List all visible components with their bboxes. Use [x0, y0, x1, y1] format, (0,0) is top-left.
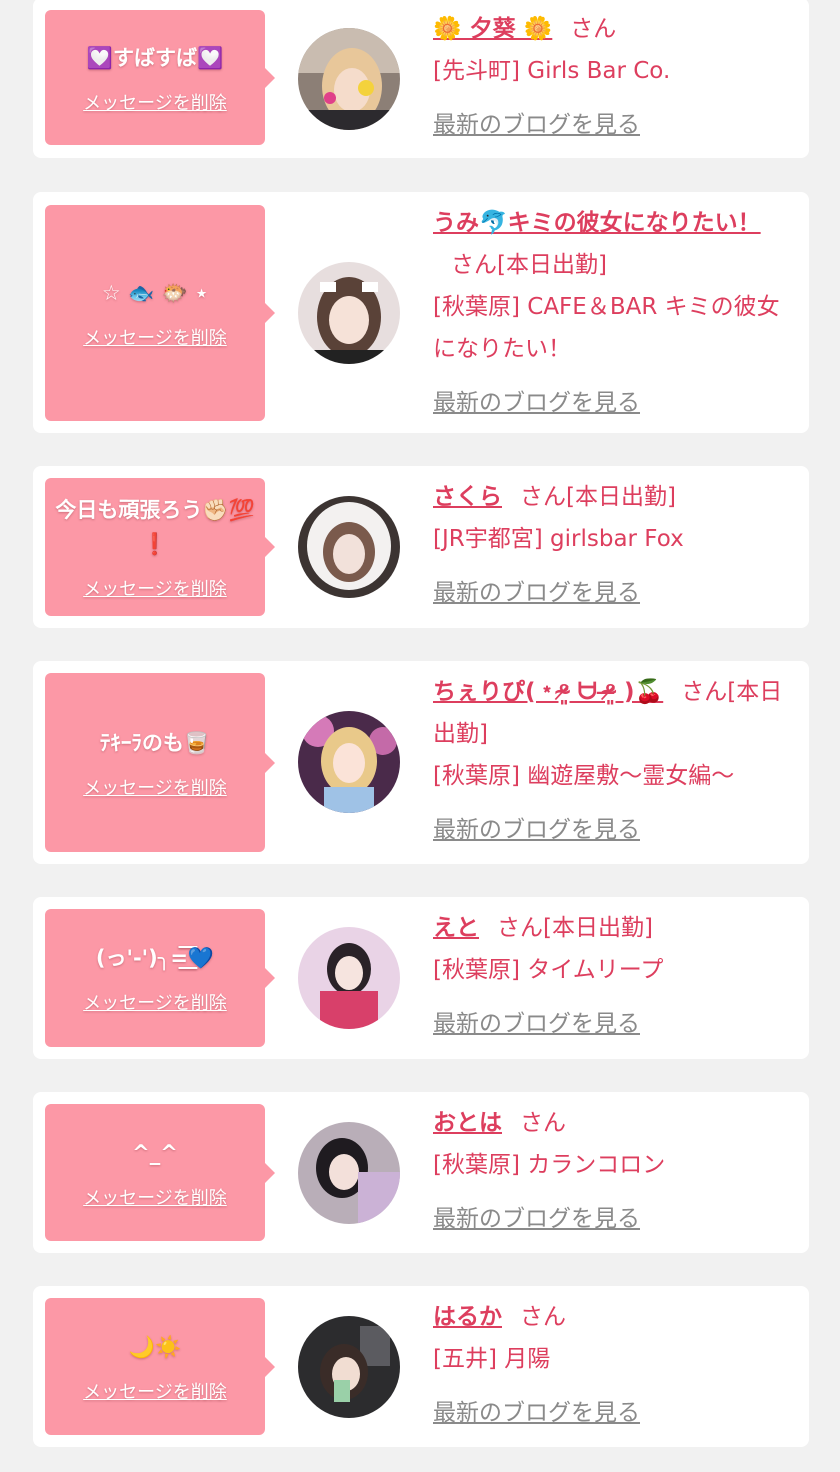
list-item: ^_^ メッセージを削除 おとは さん [秋葉原] カランコロン 最新のブログを見… — [33, 1092, 809, 1253]
message-bubble: ^_^ メッセージを削除 — [45, 1104, 275, 1241]
delete-message-button[interactable]: メッセージを削除 — [83, 774, 227, 800]
latest-blog-link[interactable]: 最新のブログを見る — [433, 572, 795, 614]
message-bubble: 💟すばすば💟 メッセージを削除 — [45, 10, 275, 145]
list-item: 🌙☀️ メッセージを削除 はるか さん [五井] 月陽 最新のブログを見る — [33, 1286, 809, 1447]
cast-name-link[interactable]: うみ🐬キミの彼女になりたい！ — [433, 210, 761, 236]
honorific-label: さん[本日出勤] — [451, 252, 607, 278]
avatar-photo — [298, 496, 400, 598]
latest-blog-link[interactable]: 最新のブログを見る — [433, 809, 795, 851]
cast-info: さくら さん[本日出勤] [JR宇都宮] girlsbar Fox 最新のブログを… — [433, 476, 795, 614]
avatar-photo — [298, 262, 400, 364]
message-text: 💟すばすば💟 — [86, 45, 224, 70]
shop-label: [秋葉原] タイムリープ — [433, 957, 664, 983]
latest-blog-link[interactable]: 最新のブログを見る — [433, 1003, 795, 1045]
delete-message-button[interactable]: メッセージを削除 — [83, 575, 227, 601]
message-text: 🌙☀️ — [128, 1334, 182, 1359]
cast-name-link[interactable]: えと — [433, 915, 479, 941]
list-item: 今日も頑張ろう✊🏻💯❗️ メッセージを削除 さくら さん[本日出勤] [JR宇都宮… — [33, 466, 809, 628]
avatar[interactable] — [298, 1316, 400, 1418]
avatar-photo — [298, 1316, 400, 1418]
list-item: ☆ 🐟 🐡 ⋆ メッセージを削除 うみ🐬キミの彼女になりたい！ さん[本日出勤] … — [33, 192, 809, 433]
cast-name-link[interactable]: 🌼 夕葵 🌼 — [433, 16, 552, 42]
latest-blog-link[interactable]: 最新のブログを見る — [433, 1198, 795, 1240]
message-bubble: 今日も頑張ろう✊🏻💯❗️ メッセージを削除 — [45, 478, 275, 616]
shop-label: [秋葉原] カランコロン — [433, 1152, 666, 1178]
list-item: (っ'-')╮=͟͟͞͞💙 メッセージを削除 えと さん[本日出勤] [秋葉原] … — [33, 897, 809, 1059]
shop-label: [五井] 月陽 — [433, 1346, 551, 1372]
avatar-photo — [298, 1122, 400, 1224]
message-text: ﾃｷｰﾗのも🥃 — [99, 730, 211, 755]
latest-blog-link[interactable]: 最新のブログを見る — [433, 104, 795, 146]
cast-info: うみ🐬キミの彼女になりたい！ さん[本日出勤] [秋葉原] CAFE＆BAR キミ… — [433, 202, 795, 424]
honorific-label: さん[本日出勤] — [497, 915, 653, 941]
message-text: ☆ 🐟 🐡 ⋆ — [101, 281, 209, 305]
list-item: 💟すばすば💟 メッセージを削除 🌼 夕葵 🌼 さん [先斗町] Girls Bar… — [33, 0, 809, 158]
message-text: ^_^ — [132, 1140, 178, 1165]
shop-label: [JR宇都宮] girlsbar Fox — [433, 526, 684, 552]
avatar[interactable] — [298, 1122, 400, 1224]
latest-blog-link[interactable]: 最新のブログを見る — [433, 1392, 795, 1434]
cast-info: 🌼 夕葵 🌼 さん [先斗町] Girls Bar Co. 最新のブログを見る — [433, 8, 795, 146]
delete-message-button[interactable]: メッセージを削除 — [83, 324, 227, 350]
avatar[interactable] — [298, 496, 400, 598]
message-text: 今日も頑張ろう✊🏻💯❗️ — [55, 498, 255, 556]
message-bubble: (っ'-')╮=͟͟͞͞💙 メッセージを削除 — [45, 909, 275, 1047]
avatar[interactable] — [298, 927, 400, 1029]
cast-name-link[interactable]: さくら — [433, 484, 502, 510]
avatar-photo — [298, 711, 400, 813]
delete-message-button[interactable]: メッセージを削除 — [83, 1378, 227, 1404]
cast-name-link[interactable]: はるか — [433, 1304, 502, 1330]
cast-name-link[interactable]: おとは — [433, 1110, 502, 1136]
shop-label: [秋葉原] CAFE＆BAR キミの彼女になりたい！ — [433, 294, 780, 362]
message-text: (っ'-')╮=͟͟͞͞💙 — [95, 946, 215, 970]
avatar-photo — [298, 28, 400, 130]
cast-info: はるか さん [五井] 月陽 最新のブログを見る — [433, 1296, 795, 1434]
honorific-label: さん[本日出勤] — [520, 484, 676, 510]
delete-message-button[interactable]: メッセージを削除 — [83, 989, 227, 1015]
honorific-label: さん — [520, 1110, 566, 1136]
avatar-photo — [298, 927, 400, 1029]
delete-message-button[interactable]: メッセージを削除 — [83, 1184, 227, 1210]
honorific-label: さん — [520, 1304, 566, 1330]
avatar[interactable] — [298, 262, 400, 364]
latest-blog-link[interactable]: 最新のブログを見る — [433, 382, 795, 424]
list-item: ﾃｷｰﾗのも🥃 メッセージを削除 ちぇりぴ(﹡ᵒ̴̷͈ ᗨ ᵒ̴̶̷͈ )🍒 さん… — [33, 661, 809, 864]
message-bubble: 🌙☀️ メッセージを削除 — [45, 1298, 275, 1435]
delete-message-button[interactable]: メッセージを削除 — [83, 89, 227, 115]
shop-label: [先斗町] Girls Bar Co. — [433, 58, 671, 84]
message-bubble: ﾃｷｰﾗのも🥃 メッセージを削除 — [45, 673, 275, 852]
message-list: 💟すばすば💟 メッセージを削除 🌼 夕葵 🌼 さん [先斗町] Girls Bar… — [0, 0, 840, 1472]
cast-info: ちぇりぴ(﹡ᵒ̴̷͈ ᗨ ᵒ̴̶̷͈ )🍒 さん[本日出勤] [秋葉原] 幽遊屋敷… — [433, 671, 795, 851]
honorific-label: さん — [570, 16, 617, 42]
cast-info: えと さん[本日出勤] [秋葉原] タイムリープ 最新のブログを見る — [433, 907, 795, 1045]
cast-name-link[interactable]: ちぇりぴ(﹡ᵒ̴̷͈ ᗨ ᵒ̴̶̷͈ )🍒 — [433, 679, 663, 705]
avatar[interactable] — [298, 28, 400, 130]
avatar[interactable] — [298, 711, 400, 813]
message-bubble: ☆ 🐟 🐡 ⋆ メッセージを削除 — [45, 205, 275, 421]
shop-label: [秋葉原] 幽遊屋敷～霊女編～ — [433, 763, 735, 789]
cast-info: おとは さん [秋葉原] カランコロン 最新のブログを見る — [433, 1102, 795, 1240]
